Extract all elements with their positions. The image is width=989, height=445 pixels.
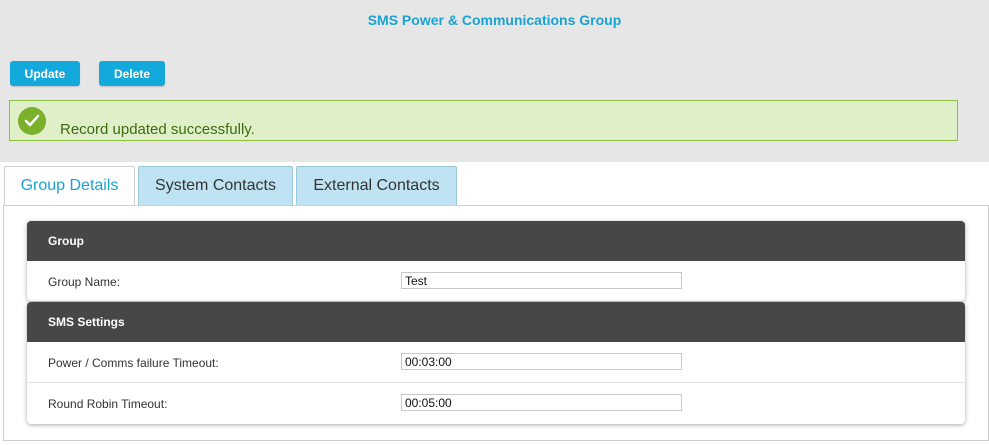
tab-external-contacts[interactable]: External Contacts (296, 166, 457, 205)
power-comms-timeout-label: Power / Comms failure Timeout: (48, 356, 219, 370)
sms-settings-section: SMS Settings Power / Comms failure Timeo… (27, 302, 965, 424)
check-circle-icon (18, 107, 46, 135)
update-button[interactable]: Update (10, 61, 80, 86)
power-comms-timeout-input[interactable] (401, 353, 682, 370)
round-robin-timeout-input[interactable] (401, 394, 682, 411)
group-section-title: Group (27, 221, 965, 261)
success-alert: Record updated successfully. (9, 100, 958, 141)
delete-button[interactable]: Delete (99, 61, 165, 86)
alert-message: Record updated successfully. (60, 121, 255, 138)
sms-settings-title: SMS Settings (27, 302, 965, 342)
tab-system-contacts[interactable]: System Contacts (138, 166, 293, 205)
top-area: SMS Power & Communications Group Update … (0, 0, 989, 162)
group-name-input[interactable] (401, 272, 682, 289)
group-section: Group Group Name: (27, 221, 965, 301)
tab-panel-group-details: Group Group Name: SMS Settings Power / C… (3, 205, 989, 441)
round-robin-timeout-row: Round Robin Timeout: (27, 383, 965, 424)
tab-bar: Group Details System Contacts External C… (0, 166, 989, 206)
group-name-label: Group Name: (48, 275, 121, 289)
page-title: SMS Power & Communications Group (367, 12, 622, 28)
group-name-row: Group Name: (27, 261, 965, 301)
tab-group-details[interactable]: Group Details (4, 166, 135, 206)
power-comms-timeout-row: Power / Comms failure Timeout: (27, 342, 965, 383)
round-robin-timeout-label: Round Robin Timeout: (48, 397, 168, 411)
